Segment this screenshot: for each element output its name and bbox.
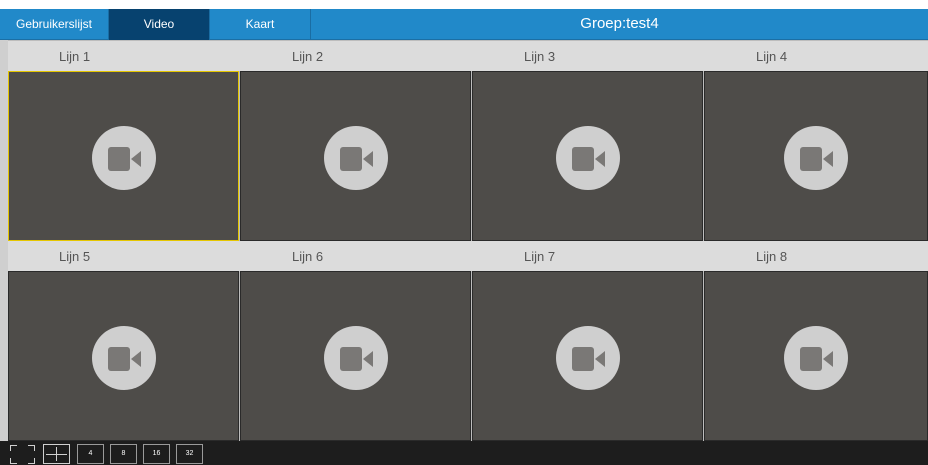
line-label-2: Lijn 2 [292, 49, 324, 64]
tab-map[interactable]: Kaart [210, 9, 311, 40]
quad-view-icon[interactable] [43, 444, 70, 464]
video-cell-3[interactable] [472, 71, 703, 241]
line-label-6: Lijn 6 [292, 249, 324, 264]
video-cell-8[interactable] [704, 271, 928, 441]
single-view-icon[interactable] [9, 444, 36, 464]
line-label-8: Lijn 8 [756, 249, 788, 264]
group-title: Groep:test4 [580, 15, 659, 32]
camera-icon [323, 126, 388, 190]
layout-4-button[interactable]: 4 [77, 444, 104, 464]
video-cell-6[interactable] [240, 271, 471, 441]
row2-line-header: Lijn 5 Lijn 6 Lijn 7 Lijn 8 [8, 241, 928, 271]
left-border [0, 40, 8, 442]
layout-16-button[interactable]: 16 [143, 444, 170, 464]
layout-toolbar: 4 8 16 32 [0, 441, 928, 465]
video-cell-7[interactable] [472, 271, 703, 441]
camera-icon [91, 326, 156, 390]
line-label-5: Lijn 5 [59, 249, 91, 264]
camera-icon [784, 326, 848, 390]
line-label-3: Lijn 3 [524, 49, 556, 64]
camera-icon [323, 326, 388, 390]
row1-line-header: Lijn 1 Lijn 2 Lijn 3 Lijn 4 [8, 41, 928, 71]
video-cell-1[interactable] [8, 71, 239, 241]
tab-video[interactable]: Video [109, 9, 210, 40]
line-label-1: Lijn 1 [59, 49, 91, 64]
video-cell-2[interactable] [240, 71, 471, 241]
camera-icon [555, 326, 620, 390]
camera-icon [91, 126, 156, 190]
camera-icon [555, 126, 620, 190]
video-cell-5[interactable] [8, 271, 239, 441]
line-label-4: Lijn 4 [756, 49, 788, 64]
camera-icon [784, 126, 848, 190]
top-bar: Gebruikerslijst Video Kaart Groep:test4 [0, 0, 928, 40]
layout-8-button[interactable]: 8 [110, 444, 137, 464]
layout-32-button[interactable]: 32 [176, 444, 203, 464]
video-cell-4[interactable] [704, 71, 928, 241]
line-label-7: Lijn 7 [524, 249, 556, 264]
tab-user-list[interactable]: Gebruikerslijst [0, 9, 109, 40]
